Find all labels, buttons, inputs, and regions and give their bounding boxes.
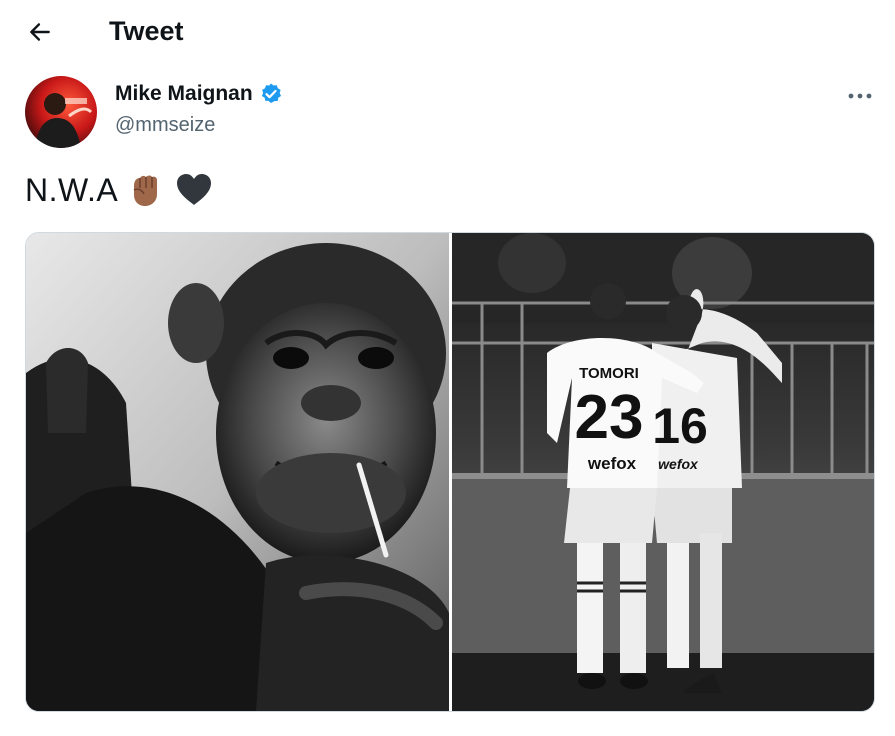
author-handle[interactable]: @mmseize (115, 114, 215, 137)
author-name[interactable]: Mike Maignan (115, 82, 253, 106)
jersey-right-number: 16 (652, 398, 708, 454)
page-title: Tweet (109, 16, 184, 46)
black-heart-emoji (174, 170, 214, 210)
more-button[interactable] (840, 82, 880, 110)
arrow-left-icon (30, 23, 50, 41)
jersey-left-number: 23 (575, 383, 644, 452)
football-players-photo[interactable]: TOMORI 23 wefox 16 wefox (452, 233, 874, 711)
jersey-right-sponsor: wefox (658, 456, 699, 472)
author-row: Mike Maignan (115, 82, 283, 106)
avatar[interactable] (25, 76, 97, 148)
media-grid: TOMORI 23 wefox 16 wefox (25, 232, 875, 712)
jersey-left-sponsor: wefox (587, 454, 637, 473)
verified-badge-icon (261, 83, 281, 103)
tweet-text-content: N.W.A (25, 171, 119, 208)
chimpanzee-photo[interactable] (26, 233, 449, 711)
tweet-header: Tweet (0, 0, 895, 64)
tweet-text: N.W.A (25, 170, 214, 210)
more-horizontal-icon (848, 93, 872, 99)
jersey-left-name: TOMORI (579, 365, 639, 382)
back-button[interactable] (22, 14, 58, 50)
raised-fist-emoji (126, 170, 166, 210)
